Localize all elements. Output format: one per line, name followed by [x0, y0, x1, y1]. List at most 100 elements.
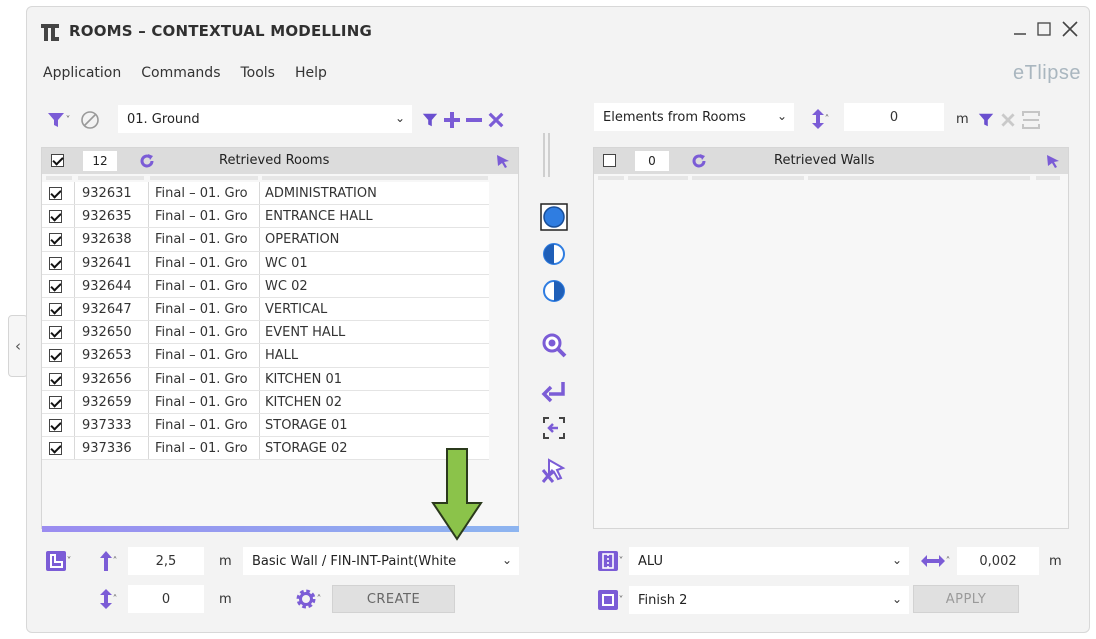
row-checkbox[interactable]: [49, 187, 62, 200]
source-select-value: Elements from Rooms: [603, 109, 746, 125]
clear-filter-button[interactable]: [79, 109, 101, 131]
close-icon: [1001, 113, 1015, 127]
menu-application[interactable]: Application: [43, 65, 131, 81]
room-name: ADMINISTRATION: [265, 186, 377, 201]
row-checkbox[interactable]: [49, 233, 62, 247]
room-level: Final – 01. Gro: [155, 394, 248, 410]
wall-type-select[interactable]: Basic Wall / FIN-INT-Paint(White ⌄: [243, 547, 519, 575]
row-checkbox[interactable]: [49, 372, 62, 386]
right-clear-button[interactable]: [997, 109, 1019, 131]
enter-arrow-icon: [541, 382, 565, 403]
row-checkbox[interactable]: [49, 442, 62, 456]
level-select[interactable]: 01. Ground ⌄: [118, 105, 412, 133]
right-half-button[interactable]: [542, 279, 566, 303]
pick-cursor-icon[interactable]: [1045, 153, 1061, 169]
right-offset-input[interactable]: 0: [844, 103, 944, 131]
zoom-button[interactable]: [540, 331, 568, 359]
height-spinner[interactable]: ˄: [93, 548, 123, 574]
table-row[interactable]: 937336 Final – 01. Gro STORAGE 02: [42, 437, 489, 461]
room-id: 932647: [82, 301, 132, 317]
material-select[interactable]: ALU ⌄: [629, 547, 909, 575]
table-row[interactable]: 932659 Final – 01. Gro KITCHEN 02: [42, 390, 489, 414]
chevron-down-icon: ⌄: [394, 111, 405, 125]
rooms-list: 932631 Final – 01. Gro ADMINISTRATION 93263…: [42, 182, 489, 461]
select-all-button[interactable]: [540, 203, 568, 231]
table-row[interactable]: 932631 Final – 01. Gro ADMINISTRATION: [42, 182, 489, 206]
table-row[interactable]: 932635 Final – 01. Gro ENTRANCE HALL: [42, 205, 489, 229]
wall-layer-icon: [597, 551, 618, 571]
brand-logo: eTlipse: [1013, 62, 1081, 84]
row-checkbox[interactable]: [49, 279, 62, 293]
settings-dropdown[interactable]: ˄: [291, 585, 325, 613]
offset-arrow-icon: [99, 589, 112, 609]
table-row[interactable]: 937333 Final – 01. Gro STORAGE 01: [42, 413, 489, 438]
row-checkbox[interactable]: [49, 256, 62, 270]
right-filter-button[interactable]: [975, 109, 997, 131]
remove-button[interactable]: [463, 109, 485, 131]
split-button[interactable]: [1020, 109, 1042, 131]
menu-tools[interactable]: Tools: [230, 65, 285, 81]
table-row[interactable]: 932641 Final – 01. Gro WC 01: [42, 251, 489, 275]
table-row[interactable]: 932644 Final – 01. Gro WC 02: [42, 274, 489, 298]
chevron-down-icon: ˅: [618, 594, 624, 606]
refresh-icon[interactable]: [138, 152, 156, 170]
filter-icon: [422, 113, 438, 127]
apply-filter-button[interactable]: [419, 109, 441, 131]
deselect-button[interactable]: [540, 455, 568, 485]
height-input[interactable]: 2,5: [128, 547, 204, 575]
chevron-left-icon: ‹: [15, 337, 21, 355]
maximize-button[interactable]: [1033, 17, 1055, 41]
fit-selection-button[interactable]: [541, 415, 567, 441]
add-button[interactable]: [441, 109, 463, 131]
pick-cursor-icon[interactable]: [495, 153, 511, 169]
room-id: 932635: [82, 209, 132, 225]
row-checkbox[interactable]: [49, 349, 62, 363]
collapse-panel-tab[interactable]: ‹: [8, 315, 28, 377]
layer-type-dropdown[interactable]: ˅: [595, 548, 625, 574]
thickness-input[interactable]: 0,002: [957, 547, 1039, 575]
table-row[interactable]: 932650 Final – 01. Gro EVENT HALL: [42, 321, 489, 345]
select-all-walls-checkbox[interactable]: [603, 154, 616, 167]
room-id: 932631: [82, 186, 132, 201]
create-button[interactable]: CREATE: [332, 585, 455, 613]
splitter-line: [543, 133, 545, 177]
filter-mode-dropdown[interactable]: ˅: [44, 108, 72, 132]
room-name: VERTICAL: [265, 301, 328, 317]
minimize-button[interactable]: [1009, 17, 1031, 41]
row-checkbox[interactable]: [49, 326, 62, 340]
room-level: Final – 01. Gro: [155, 301, 248, 317]
table-row[interactable]: 932647 Final – 01. Gro VERTICAL: [42, 297, 489, 322]
table-row[interactable]: 932656 Final – 01. Gro KITCHEN 01: [42, 367, 489, 391]
close-icon: [1062, 21, 1078, 37]
menu-commands[interactable]: Commands: [131, 65, 230, 81]
clear-all-button[interactable]: [485, 109, 507, 131]
table-row[interactable]: 932638 Final – 01. Gro OPERATION: [42, 228, 489, 252]
wall-placement-dropdown[interactable]: ˅: [43, 548, 73, 574]
room-level: Final – 01. Gro: [155, 325, 248, 341]
left-half-button[interactable]: [542, 242, 566, 266]
row-checkbox[interactable]: [49, 210, 62, 224]
thickness-spinner[interactable]: ˄: [914, 550, 956, 572]
source-select[interactable]: Elements from Rooms ⌄: [594, 103, 794, 131]
table-row[interactable]: 932653 Final – 01. Gro HALL: [42, 344, 489, 368]
row-checkbox[interactable]: [49, 302, 62, 316]
chevron-down-icon: ˅: [66, 555, 72, 567]
finish-select[interactable]: Finish 2 ⌄: [629, 586, 909, 614]
finish-type-dropdown[interactable]: ˅: [595, 587, 625, 613]
right-offset-spinner[interactable]: ˄: [805, 106, 835, 132]
apply-button[interactable]: APPLY: [913, 585, 1019, 613]
chevron-down-icon: ⌄: [891, 553, 902, 567]
menu-help[interactable]: Help: [285, 65, 337, 81]
return-button[interactable]: [540, 379, 568, 405]
select-all-rooms-checkbox[interactable]: [51, 154, 64, 167]
close-button[interactable]: [1059, 17, 1081, 41]
room-id: 932638: [82, 232, 132, 248]
row-checkbox[interactable]: [49, 418, 62, 432]
square-outline-icon: [597, 590, 618, 610]
offset-input[interactable]: 0: [128, 585, 204, 613]
row-checkbox[interactable]: [49, 395, 62, 409]
offset-spinner[interactable]: ˄: [93, 586, 123, 612]
rooms-panel-header: 12 Retrieved Rooms: [42, 148, 518, 174]
refresh-icon[interactable]: [690, 152, 708, 170]
chevron-up-icon: ˄: [112, 593, 118, 605]
